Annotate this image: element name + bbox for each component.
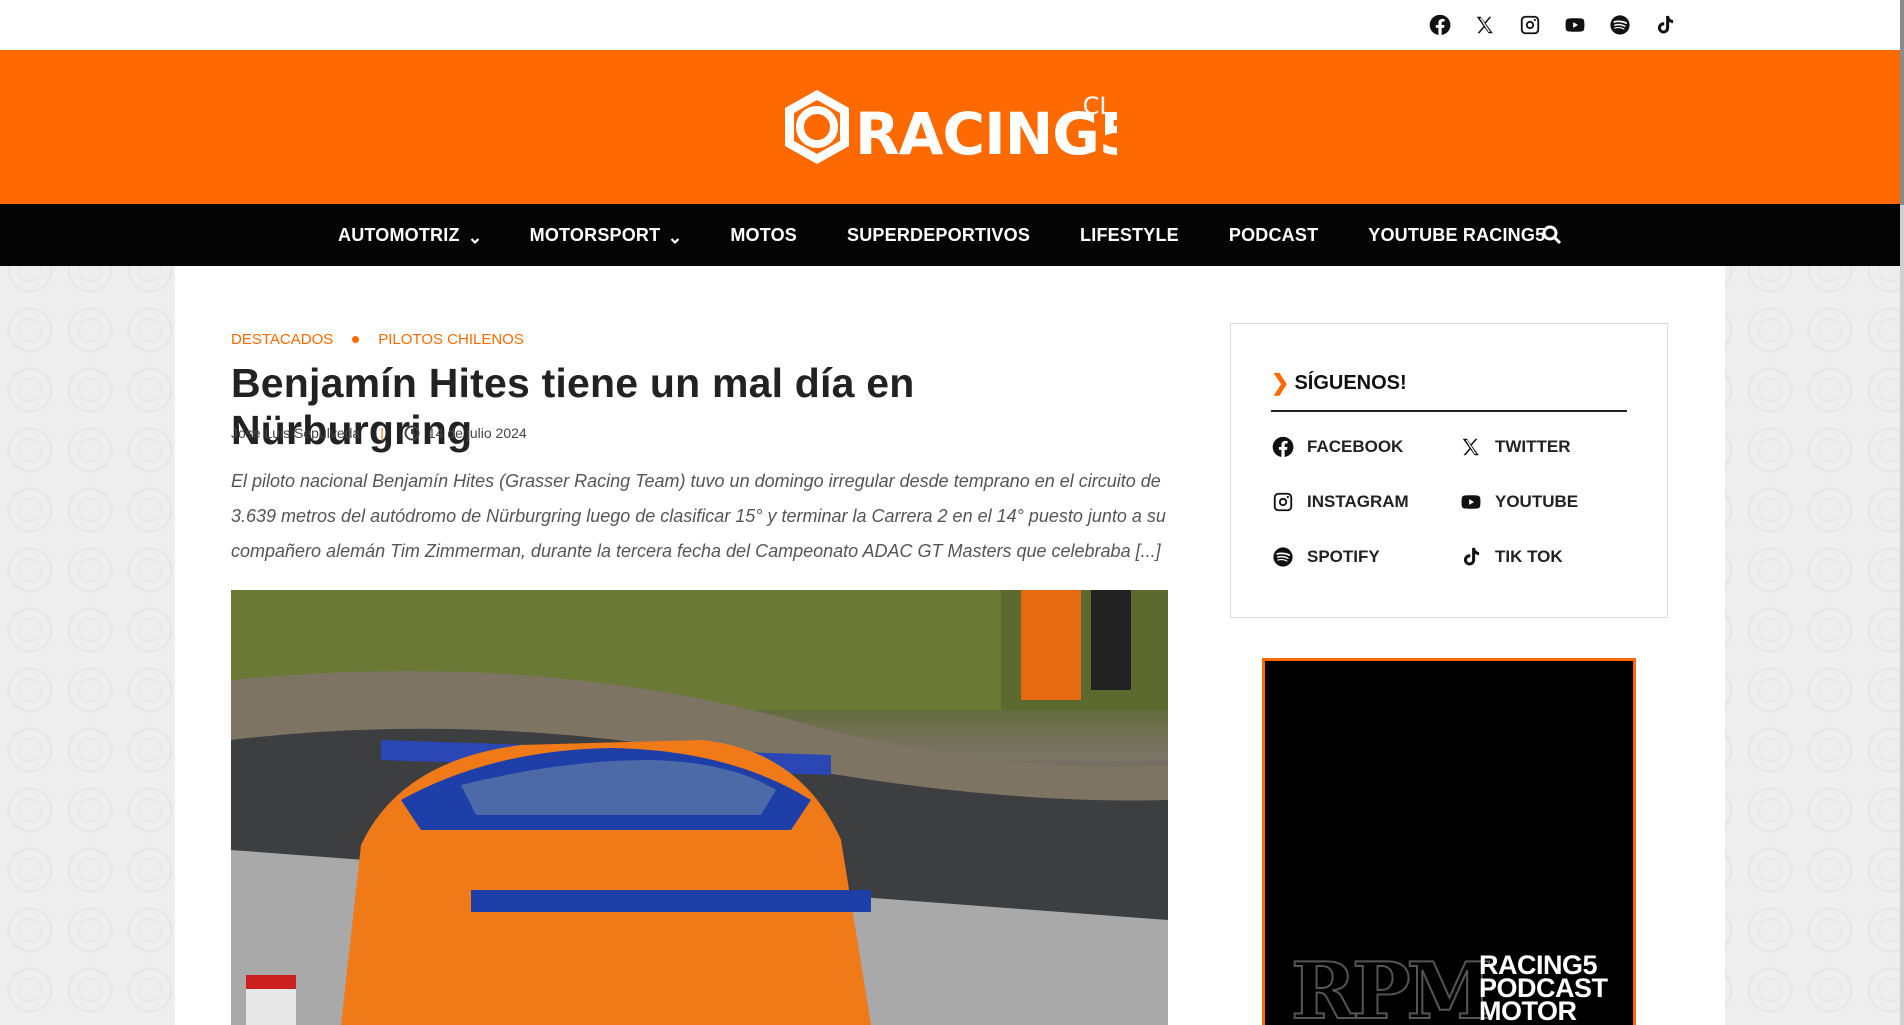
chevron-down-icon <box>670 230 680 245</box>
follow-link-twitter[interactable]: TWITTER <box>1459 434 1631 459</box>
follow-label: INSTAGRAM <box>1307 491 1409 511</box>
nav-item-motos[interactable]: MOTOS <box>730 225 797 246</box>
podcast-title: RACING5 PODCAST MOTOR <box>1479 952 1608 1025</box>
clock-icon <box>404 425 420 441</box>
x-icon <box>1459 435 1483 459</box>
follow-link-instagram[interactable]: INSTAGRAM <box>1271 489 1459 514</box>
follow-label: TIK TOK <box>1495 546 1563 566</box>
follow-widget: ❯ SÍGUENOS! FACEBOOK TWITTER INSTAGRAM Y… <box>1230 323 1668 618</box>
category-link-pilotos-chilenos[interactable]: PILOTOS CHILENOS <box>378 331 524 348</box>
content-container: DESTACADOS PILOTOS CHILENOS Benjamín Hit… <box>175 266 1725 1025</box>
follow-label: FACEBOOK <box>1307 436 1404 456</box>
follow-label: SPOTIFY <box>1307 546 1380 566</box>
nav-item-label: LIFESTYLE <box>1080 224 1179 245</box>
podcast-banner[interactable]: RPM RACING5 PODCAST MOTOR <box>1262 658 1636 1025</box>
nav-item-youtube-racing5[interactable]: YOUTUBE RACING5 <box>1368 225 1545 246</box>
nav-list: AUTOMOTRIZ MOTORSPORT MOTOS SUPERDEPORTI… <box>338 204 1595 266</box>
chevron-right-icon: ❯ <box>1271 370 1290 395</box>
widget-title-text: SÍGUENOS! <box>1294 371 1407 394</box>
nav-item-label: SUPERDEPORTIVOS <box>847 224 1031 245</box>
article-meta: Jose Luis Sepulveda | 14 de julio 2024 <box>231 425 527 441</box>
chevron-down-icon <box>470 230 480 245</box>
tiktok-icon[interactable] <box>1652 12 1677 37</box>
article-featured-image[interactable] <box>231 590 1168 1025</box>
main-nav: AUTOMOTRIZ MOTORSPORT MOTOS SUPERDEPORTI… <box>0 204 1904 266</box>
site-header: RACING5 .CL <box>0 50 1904 204</box>
youtube-icon[interactable] <box>1562 12 1587 37</box>
spotify-icon[interactable] <box>1607 12 1632 37</box>
scrollbar[interactable] <box>1900 0 1904 1025</box>
follow-link-tiktok[interactable]: TIK TOK <box>1459 544 1631 569</box>
follow-link-facebook[interactable]: FACEBOOK <box>1271 434 1459 459</box>
top-social-bar <box>0 0 1904 50</box>
spotify-icon <box>1271 545 1295 569</box>
follow-link-youtube[interactable]: YOUTUBE <box>1459 489 1631 514</box>
facebook-icon <box>1271 435 1295 459</box>
follow-links: FACEBOOK TWITTER INSTAGRAM YOUTUBE SPOTI… <box>1271 434 1631 569</box>
nav-item-motorsport[interactable]: MOTORSPORT <box>530 225 681 246</box>
top-social-links <box>1427 12 1677 37</box>
x-icon[interactable] <box>1472 12 1497 37</box>
instagram-icon[interactable] <box>1517 12 1542 37</box>
nav-item-lifestyle[interactable]: LIFESTYLE <box>1080 225 1179 246</box>
category-separator-dot <box>352 336 360 343</box>
nav-item-label: AUTOMOTRIZ <box>338 224 460 245</box>
facebook-icon[interactable] <box>1427 12 1452 37</box>
nav-item-label: PODCAST <box>1228 224 1319 245</box>
article-date: 14 de julio 2024 <box>427 425 527 441</box>
nav-item-podcast[interactable]: PODCAST <box>1229 225 1318 246</box>
follow-label: YOUTUBE <box>1495 491 1579 511</box>
racing5-logo[interactable]: RACING5 .CL <box>777 86 1139 172</box>
category-link-destacados[interactable]: DESTACADOS <box>231 331 333 348</box>
widget-title: ❯ SÍGUENOS! <box>1271 368 1627 398</box>
nav-item-label: YOUTUBE RACING5 <box>1368 224 1546 245</box>
podcast-rpm-text: RPM <box>1290 945 1494 1025</box>
nav-item-superdeportivos[interactable]: SUPERDEPORTIVOS <box>847 225 1030 246</box>
nav-item-label: MOTORSPORT <box>529 224 661 245</box>
podcast-line-3: MOTOR <box>1479 996 1577 1025</box>
article-categories: DESTACADOS PILOTOS CHILENOS <box>231 331 524 348</box>
article-author[interactable]: Jose Luis Sepulveda <box>231 425 360 441</box>
nav-item-automotriz[interactable]: AUTOMOTRIZ <box>338 225 480 246</box>
scrollbar-thumb[interactable] <box>1900 0 1904 205</box>
article-excerpt: El piloto nacional Benjamín Hites (Grass… <box>231 471 1166 561</box>
nav-item-label: MOTOS <box>730 224 797 245</box>
instagram-icon <box>1271 490 1295 514</box>
tiktok-icon <box>1459 545 1483 569</box>
youtube-icon <box>1459 490 1483 514</box>
search-icon[interactable] <box>1542 225 1562 245</box>
follow-link-spotify[interactable]: SPOTIFY <box>1271 544 1459 569</box>
follow-label: TWITTER <box>1495 436 1571 456</box>
widget-title-underline <box>1271 410 1627 412</box>
meta-separator: | <box>380 425 384 441</box>
logo-tld: .CL <box>1075 92 1113 120</box>
